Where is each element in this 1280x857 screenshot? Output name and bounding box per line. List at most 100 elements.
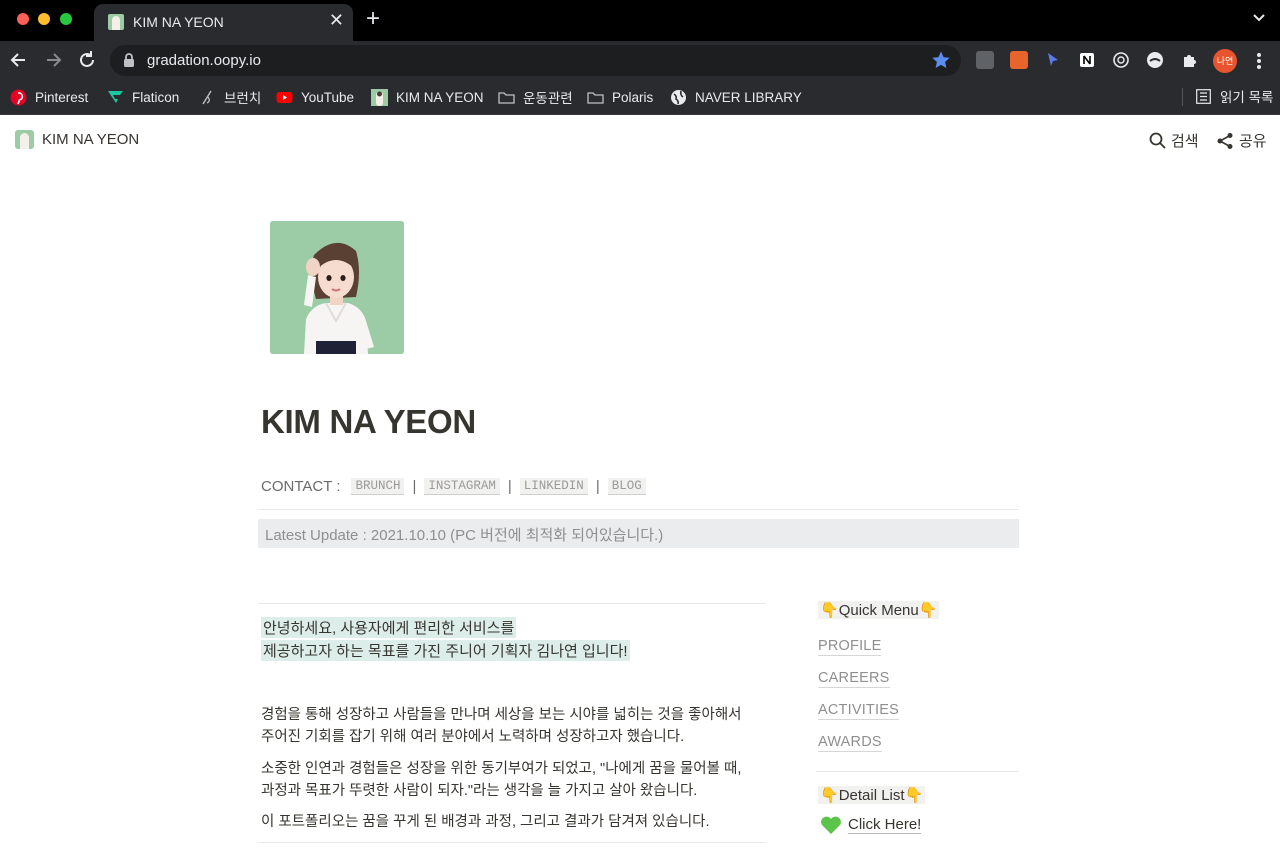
bookmark-label: Polaris — [612, 89, 654, 105]
site-favicon — [371, 88, 388, 106]
pointing-down-icon: 👇 — [918, 602, 938, 619]
detail-list-heading: 👇Detail List👇 — [818, 786, 926, 804]
maximize-window-button[interactable] — [60, 13, 72, 25]
brunch-icon — [202, 90, 212, 104]
extensions-puzzle-icon[interactable] — [1181, 51, 1199, 69]
extension-dark-icon[interactable] — [1146, 51, 1164, 69]
green-heart-icon — [821, 816, 841, 834]
bookmark-label: YouTube — [301, 89, 355, 105]
bookmark-folder-polaris[interactable]: Polaris — [587, 86, 653, 108]
bookmark-brunch[interactable]: 브런치 — [199, 86, 261, 108]
site-logo[interactable] — [15, 130, 34, 149]
intro-paragraph-line: 과정과 목표가 뚜렷한 사람이 되자."라는 생각을 늘 가지고 살아 왔습니다… — [261, 783, 698, 799]
reload-icon[interactable] — [76, 49, 98, 71]
bookmark-label: Pinterest — [35, 89, 89, 105]
divider — [258, 603, 766, 604]
search-button[interactable]: 검색 — [1149, 130, 1199, 151]
bookmark-pinterest[interactable]: Pinterest — [10, 86, 88, 108]
minimize-window-button[interactable] — [38, 13, 50, 25]
bookmarks-divider — [1182, 88, 1183, 106]
lock-icon — [124, 53, 134, 67]
reading-list-label: 읽기 목록 — [1220, 90, 1274, 105]
search-label: 검색 — [1171, 133, 1199, 150]
browser-tab-bar: KIM NA YEON ✕ + — [0, 0, 1280, 41]
quick-menu-profile[interactable]: PROFILE — [818, 638, 882, 656]
separator: | — [507, 478, 512, 495]
site-name[interactable]: KIM NA YEON — [42, 131, 139, 148]
new-tab-button[interactable]: + — [366, 7, 380, 31]
divider — [816, 771, 1019, 772]
bookmark-kim-na-yeon[interactable]: KIM NA YEON — [371, 86, 484, 108]
openai-extension-icon[interactable] — [1112, 51, 1130, 69]
intro-paragraph-line: 이 포트폴리오는 꿈을 꾸게 된 배경과 과정, 그리고 결과가 담겨져 있습니… — [261, 814, 710, 830]
intro-paragraph-line: 경험을 통해 성장하고 사람들을 만나며 세상을 보는 시야를 넓히는 것을 좋… — [261, 707, 742, 723]
bookmark-youtube[interactable]: YouTube — [276, 86, 354, 108]
share-button[interactable]: 공유 — [1216, 130, 1267, 151]
tab-close-icon[interactable]: ✕ — [329, 11, 344, 29]
detail-list-link[interactable]: Click Here! — [820, 815, 922, 835]
extension-cursor-icon[interactable] — [1044, 51, 1062, 69]
bookmark-label: 운동관련 — [523, 91, 573, 106]
bookmark-folder-exercise[interactable]: 운동관련 — [498, 86, 573, 108]
back-arrow-icon[interactable] — [8, 49, 30, 71]
folder-icon — [498, 91, 515, 104]
page-title: KIM NA YEON — [261, 403, 476, 440]
bookmark-label: KIM NA YEON — [396, 89, 484, 105]
latest-update-text: Latest Update : 2021.10.10 (PC 버전에 최적화 되… — [265, 527, 664, 544]
close-window-button[interactable] — [17, 13, 29, 25]
share-icon — [1217, 132, 1233, 149]
globe-icon — [671, 89, 686, 105]
blog-link[interactable]: BLOG — [607, 478, 646, 495]
browser-tab[interactable]: KIM NA YEON ✕ — [94, 4, 353, 41]
quick-menu-careers[interactable]: CAREERS — [818, 670, 890, 688]
search-icon — [1149, 132, 1166, 149]
profile-avatar[interactable]: 나연 — [1213, 49, 1237, 73]
pointing-down-icon: 👇 — [820, 602, 839, 619]
detail-list-title: Detail List — [838, 787, 905, 804]
quick-menu-title: Quick Menu — [838, 602, 919, 619]
intro-highlight-line: 안녕하세요, 사용자에게 편리한 서비스를 — [261, 617, 517, 638]
tab-title: KIM NA YEON — [133, 14, 224, 30]
reading-list-button[interactable]: 읽기 목록 — [1196, 86, 1273, 106]
extension-i-icon[interactable] — [976, 51, 994, 69]
contact-line: CONTACT : BRUNCH | INSTAGRAM | LINKEDIN … — [261, 478, 649, 495]
profile-avatar-image — [270, 221, 404, 354]
separator: | — [595, 478, 600, 495]
chrome-menu-icon[interactable] — [1254, 51, 1264, 71]
share-label: 공유 — [1239, 133, 1267, 150]
quick-menu-heading: 👇Quick Menu👇 — [818, 601, 940, 619]
bookmark-star-icon[interactable] — [931, 50, 951, 70]
flaticon-icon — [108, 90, 123, 103]
tab-search-chevron-icon[interactable] — [1252, 11, 1266, 25]
site-header: KIM NA YEON 검색 공유 — [0, 115, 1280, 163]
character-illustration — [270, 221, 404, 354]
pointing-down-icon: 👇 — [820, 787, 839, 804]
linkedin-link[interactable]: LINKEDIN — [519, 478, 588, 495]
forward-arrow-icon[interactable] — [42, 49, 64, 71]
latest-update-block: Latest Update : 2021.10.10 (PC 버전에 최적화 되… — [258, 519, 1019, 548]
site-favicon — [108, 14, 124, 30]
contact-label: CONTACT : — [261, 478, 341, 495]
bookmark-label: 브런치 — [224, 91, 262, 106]
notion-extension-icon[interactable] — [1078, 51, 1096, 69]
bookmarks-bar: Pinterest Flaticon 브런치 YouTube KIM NA YE… — [0, 79, 1280, 115]
reading-list-icon — [1196, 88, 1211, 104]
address-bar[interactable]: gradation.oopy.io — [110, 45, 961, 76]
pinterest-icon — [10, 89, 27, 105]
bookmark-label: NAVER LIBRARY — [695, 89, 802, 105]
separator: | — [412, 478, 417, 495]
quick-menu-activities[interactable]: ACTIVITIES — [818, 702, 899, 720]
pointing-down-icon: 👇 — [904, 787, 924, 804]
bookmark-flaticon[interactable]: Flaticon — [107, 86, 179, 108]
brunch-link[interactable]: BRUNCH — [351, 478, 405, 495]
bookmark-naver-library[interactable]: NAVER LIBRARY — [670, 86, 802, 108]
extension-ex-icon[interactable] — [1010, 51, 1028, 69]
quick-menu-awards[interactable]: AWARDS — [818, 734, 882, 752]
url-text: gradation.oopy.io — [147, 52, 261, 69]
folder-icon — [587, 91, 604, 104]
bookmark-label: Flaticon — [132, 89, 180, 105]
browser-toolbar: gradation.oopy.io 나연 — [0, 41, 1280, 79]
intro-paragraph-line: 주어진 기회를 잡기 위해 여러 분야에서 노력하며 성장하고자 했습니다. — [261, 729, 685, 745]
instagram-link[interactable]: INSTAGRAM — [424, 478, 500, 495]
divider — [258, 842, 766, 843]
